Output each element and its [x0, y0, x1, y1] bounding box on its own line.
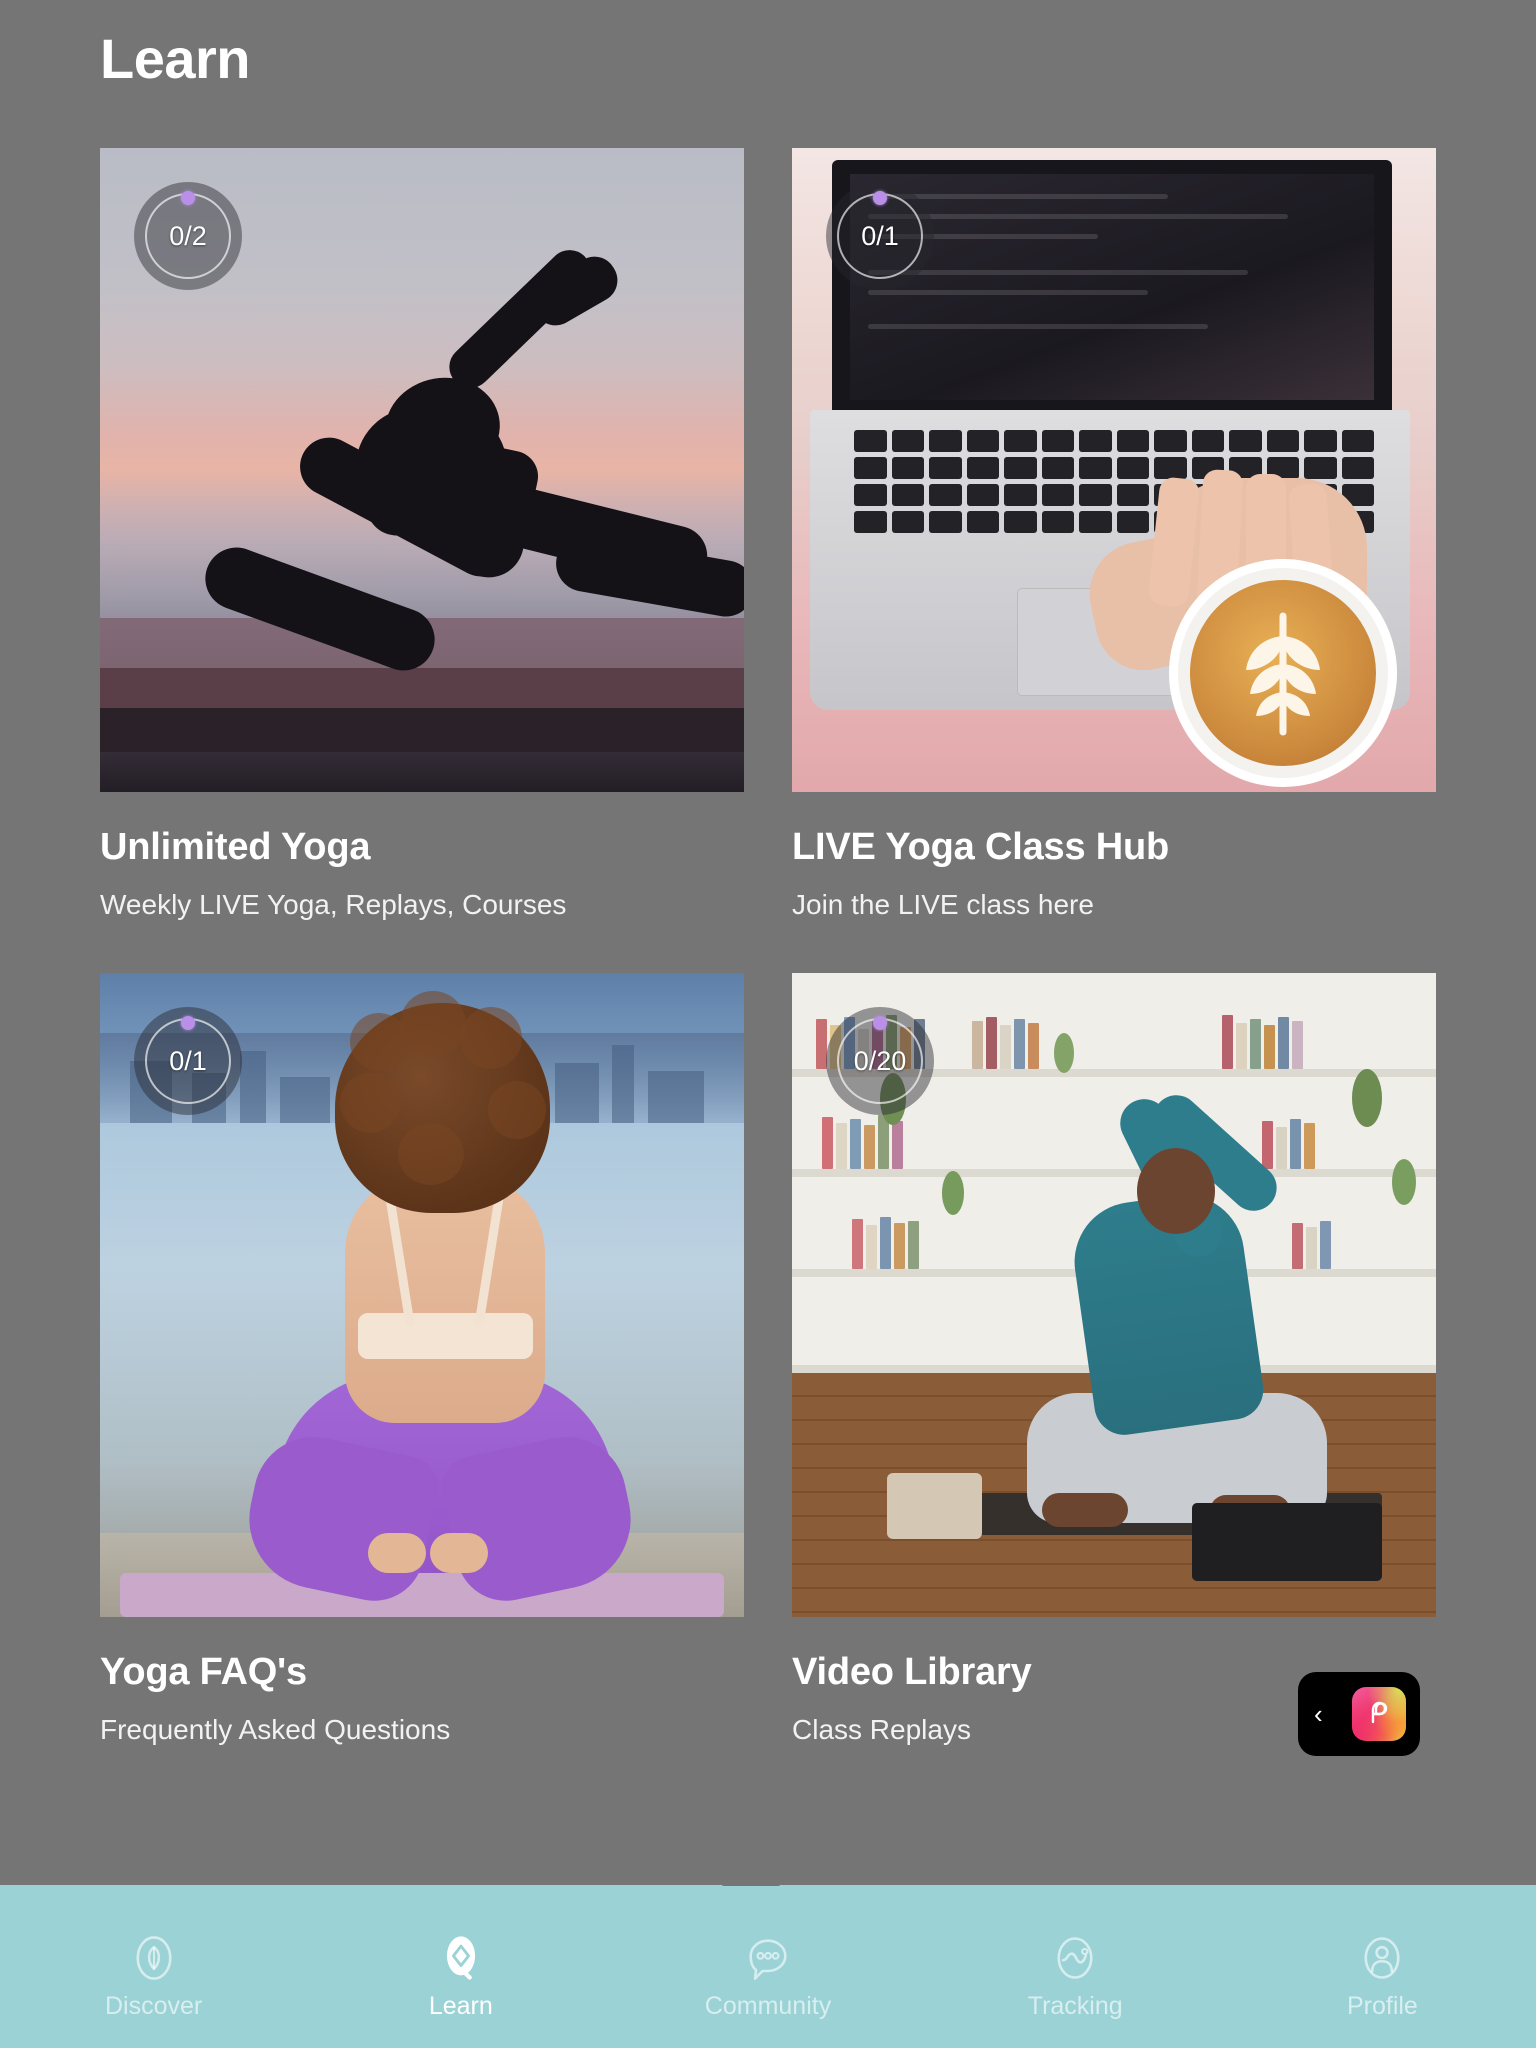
progress-dot-icon — [873, 191, 887, 205]
progress-badge-label: 0/1 — [169, 1045, 207, 1076]
chevron-left-icon[interactable]: ‹ — [1314, 1701, 1323, 1727]
chat-bubble-dots-icon — [749, 1938, 787, 1980]
nav-label: Community — [704, 1991, 832, 2020]
learn-card-grid: 0/2 Unlimited Yoga Weekly LIVE Yoga, Rep… — [100, 148, 1440, 1747]
nav-item-learn[interactable]: Learn — [307, 1932, 614, 2019]
bottom-navigation-bar: Discover Learn Community Tracking Profil… — [0, 1885, 1536, 2048]
card-subtitle: Join the LIVE class here — [792, 888, 1094, 920]
progress-badge-label: 0/20 — [853, 1045, 907, 1076]
progress-badge: 0/2 — [134, 182, 242, 290]
nav-item-profile[interactable]: Profile — [1229, 1932, 1536, 2019]
card-image-video-library[interactable]: 0/20 — [792, 973, 1436, 1618]
nav-label: Tracking — [1027, 1991, 1123, 2020]
nav-label: Discover — [104, 1991, 203, 2020]
floating-assistant-widget[interactable]: ‹ — [1298, 1672, 1420, 1756]
progress-badge-label: 0/2 — [169, 220, 207, 251]
page-title: Learn — [100, 27, 251, 90]
card-title: Unlimited Yoga — [100, 826, 371, 868]
card-title: Yoga FAQ's — [100, 1651, 307, 1694]
learn-card-video-library[interactable]: 0/20 Video Library Class Replays — [792, 973, 1436, 1746]
learn-card-yoga-faqs[interactable]: 0/1 Yoga FAQ's Frequently Asked Question… — [100, 973, 744, 1746]
nav-item-discover[interactable]: Discover — [0, 1932, 307, 2019]
progress-badge-label: 0/1 — [861, 220, 899, 251]
learn-card-live-yoga-class-hub[interactable]: 0/1 LIVE Yoga Class Hub Join the LIVE cl… — [792, 148, 1436, 921]
progress-badge: 0/1 — [826, 182, 934, 290]
person-icon — [1364, 1936, 1400, 1979]
card-subtitle: Frequently Asked Questions — [100, 1713, 451, 1745]
card-title: LIVE Yoga Class Hub — [792, 826, 1169, 868]
card-image-yoga-faqs[interactable]: 0/1 — [100, 973, 744, 1618]
card-image-unlimited-yoga[interactable]: 0/2 — [100, 148, 744, 792]
nav-item-tracking[interactable]: Tracking — [922, 1932, 1229, 2019]
progress-dot-icon — [181, 191, 195, 205]
card-subtitle: Weekly LIVE Yoga, Replays, Courses — [100, 888, 567, 920]
pulse-circle-icon — [1057, 1936, 1093, 1979]
leaf-compass-icon — [136, 1935, 172, 1980]
card-image-live-yoga-class-hub[interactable]: 0/1 — [792, 148, 1436, 792]
progress-badge: 0/20 — [826, 1007, 934, 1116]
progress-badge: 0/1 — [134, 1007, 242, 1116]
learn-card-unlimited-yoga[interactable]: 0/2 Unlimited Yoga Weekly LIVE Yoga, Rep… — [100, 148, 744, 921]
pineapple-p-logo-icon[interactable] — [1352, 1687, 1406, 1741]
nav-item-community[interactable]: Community — [614, 1932, 921, 2019]
diamond-leaf-icon — [446, 1935, 475, 1980]
nav-label: Profile — [1346, 1991, 1418, 2020]
latte-art-icon — [1246, 612, 1320, 736]
nav-label: Learn — [428, 1991, 493, 2020]
